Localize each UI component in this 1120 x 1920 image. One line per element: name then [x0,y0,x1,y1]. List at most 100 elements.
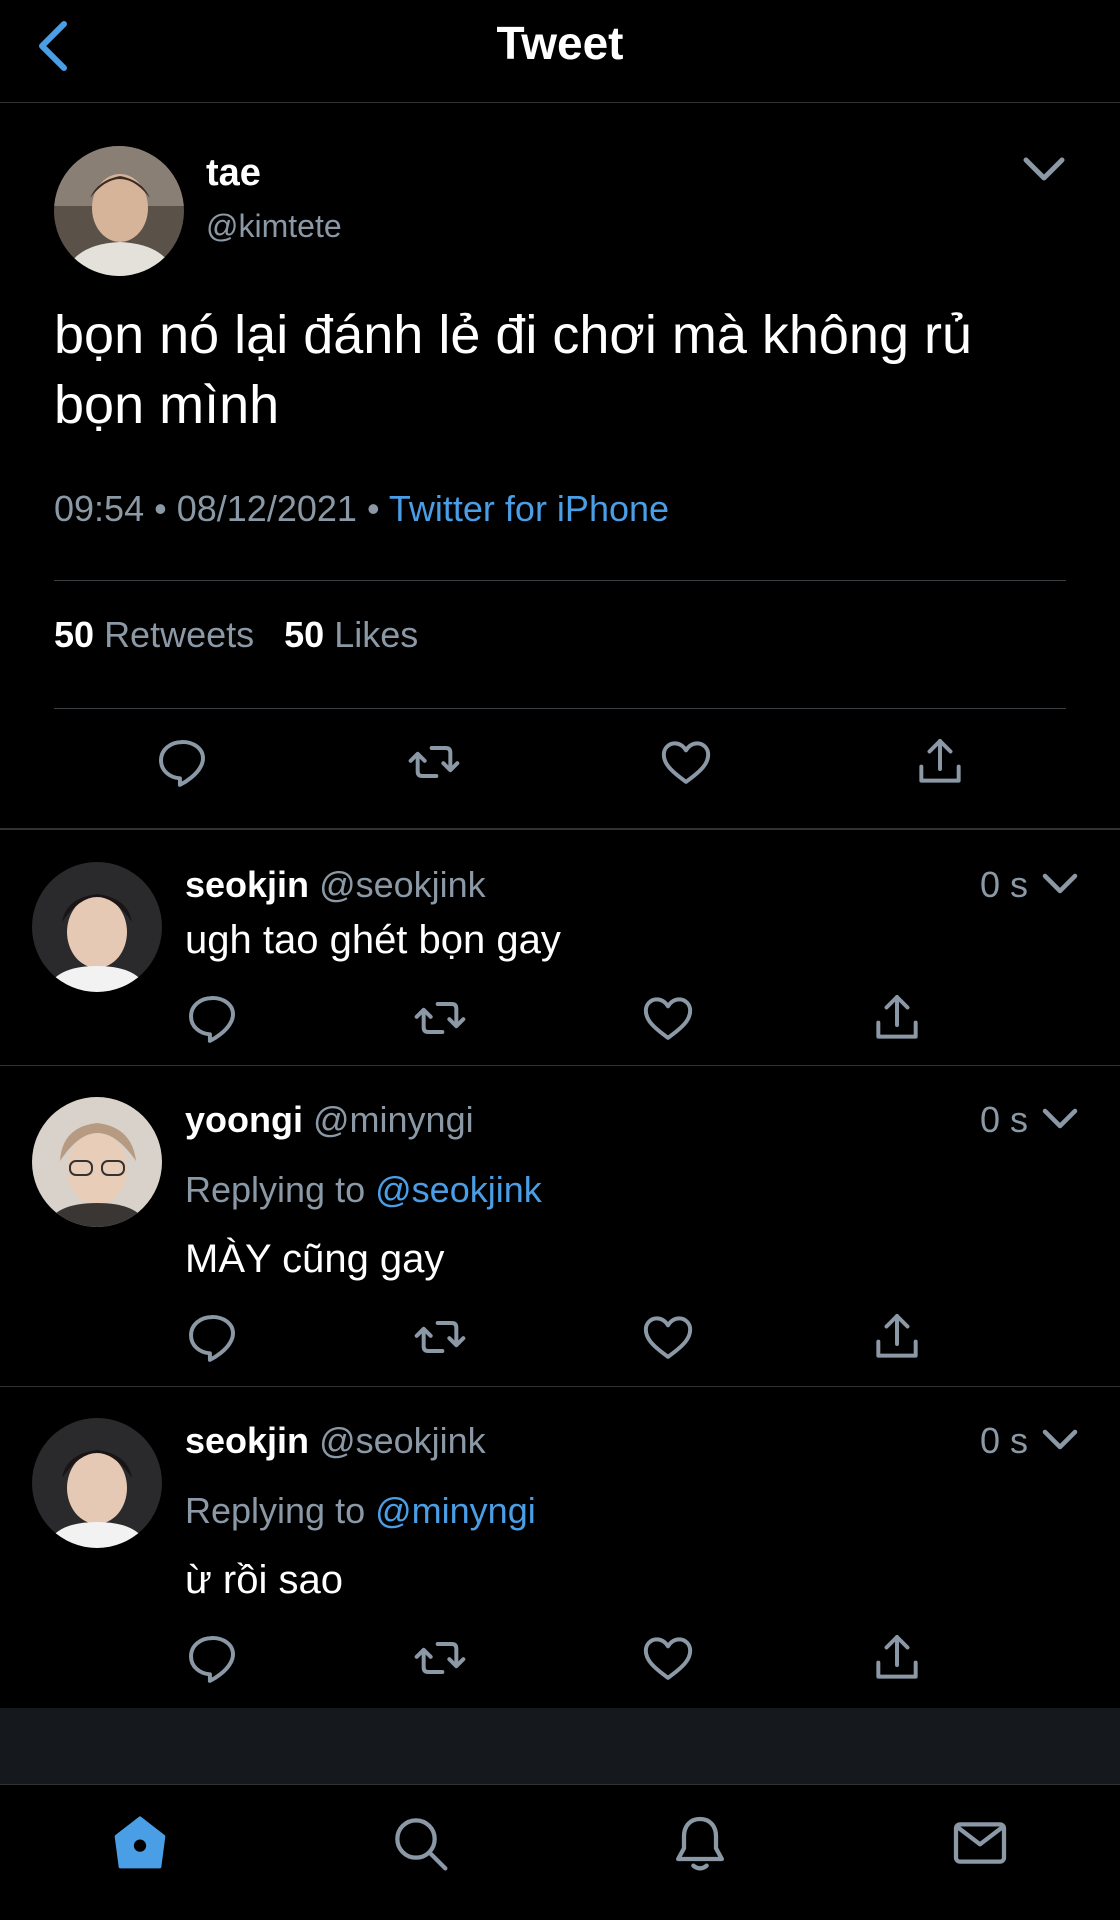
like-button[interactable] [640,990,696,1046]
reply-icon [159,739,205,787]
tweet-date: 08/12/2021 [176,488,357,529]
retweet-icon [414,1642,466,1674]
replying-to-link[interactable]: @seokjink [375,1169,542,1210]
author-handle[interactable]: @seokjink [319,1420,486,1461]
tweet-options-button[interactable] [1040,1103,1080,1137]
reply-header: seokjin @seokjink [185,864,486,906]
share-icon [876,1635,918,1679]
reply-icon [189,1314,235,1362]
bottom-tab-bar [0,1784,1120,1920]
heart-icon [643,1637,693,1680]
replying-prefix: Replying to [185,1169,366,1210]
mail-icon [953,1822,1007,1864]
reply-button[interactable] [184,1630,240,1686]
tweet-text: bọn nó lại đánh lẻ đi chơi mà không rủ b… [54,305,972,435]
tweet-time: 0 s [980,864,1029,905]
meta-separator: • [154,488,167,529]
retweet-icon [414,1321,466,1353]
tab-notifications[interactable] [668,1811,732,1875]
avatar[interactable] [32,862,162,992]
author-name[interactable]: seokjin [185,864,309,905]
share-icon [876,1314,918,1358]
retweet-icon [408,746,460,778]
retweet-button[interactable] [412,990,468,1046]
tweet-time: 0 s [980,1420,1029,1461]
tab-messages[interactable] [948,1811,1012,1875]
retweets-count: 50 [54,614,95,655]
meta-separator: • [366,488,380,529]
share-button[interactable] [869,1630,925,1686]
tweet-time: 0 s [980,1099,1029,1140]
tweet-text: MÀY cũng gay [185,1237,445,1281]
reply-button[interactable] [154,734,210,790]
reply-header: yoongi @minyngi [185,1099,474,1141]
like-button[interactable] [640,1630,696,1686]
reply-button[interactable] [184,990,240,1046]
main-tweet-actions [0,734,1120,794]
heart-icon [643,997,693,1040]
avatar[interactable] [32,1097,162,1227]
tweet-text: ugh tao ghét bọn gay [185,918,561,962]
replying-to-line: Replying to @minyngi [185,1490,536,1532]
author-handle[interactable]: @minyngi [313,1099,474,1140]
tweet-options-button[interactable] [1040,1424,1080,1458]
share-button[interactable] [869,1309,925,1365]
tweet-options-button[interactable] [1040,868,1080,902]
author-handle[interactable]: @seokjink [319,864,486,905]
reply-tweet[interactable]: yoongi @minyngi 0 s Replying to @seokjin… [0,1067,1120,1387]
chevron-down-icon [1042,1429,1078,1450]
tweet-time: 09:54 [54,488,145,529]
reply-icon [189,1635,235,1683]
author-name[interactable]: seokjin [185,1420,309,1461]
reply-header: seokjin @seokjink [185,1420,486,1462]
author-name[interactable]: tae [206,152,261,195]
avatar[interactable] [54,146,184,276]
divider [54,580,1066,581]
chevron-down-icon [1042,873,1078,894]
share-button[interactable] [912,734,968,790]
tweet-meta: 09:54 • 08/12/2021 • Twitter for iPhone [54,488,669,530]
chevron-down-icon [1042,1108,1078,1129]
likes-label: Likes [334,614,419,655]
main-tweet: tae @kimtete bọn nó lại đánh lẻ đi chơi … [0,104,1120,830]
retweets-label: Retweets [104,614,255,655]
likes-stat[interactable]: 50 Likes [284,614,418,655]
search-icon [395,1818,448,1871]
reply-composer-area[interactable] [0,1708,1120,1784]
like-button[interactable] [640,1309,696,1365]
retweets-stat[interactable]: 50 Retweets [54,614,254,655]
tweet-source-link[interactable]: Twitter for iPhone [389,488,669,529]
retweet-icon [414,1002,466,1034]
replying-to-link[interactable]: @minyngi [375,1490,536,1531]
retweet-button[interactable] [406,734,462,790]
reply-icon [189,995,235,1043]
heart-icon [643,1316,693,1359]
avatar[interactable] [32,1418,162,1548]
bell-icon [676,1816,724,1871]
likes-count: 50 [284,614,325,655]
replying-prefix: Replying to [185,1490,366,1531]
tweet-options-button[interactable] [1020,150,1068,190]
tweet-text: ừ rồi sao [185,1558,343,1602]
retweet-button[interactable] [412,1309,468,1365]
divider [54,708,1066,709]
tab-home[interactable] [108,1811,172,1875]
replying-to-line: Replying to @seokjink [185,1169,542,1211]
share-icon [919,739,961,783]
top-nav-bar: Tweet [0,0,1120,103]
heart-icon [661,741,711,784]
reply-button[interactable] [184,1309,240,1365]
retweet-button[interactable] [412,1630,468,1686]
reply-tweet[interactable]: seokjin @seokjink 0 s Replying to @minyn… [0,1388,1120,1708]
author-handle[interactable]: @kimtete [206,208,342,245]
like-button[interactable] [658,734,714,790]
share-icon [876,995,918,1039]
home-icon [114,1816,166,1869]
tab-search[interactable] [388,1811,452,1875]
tweet-stats: 50 Retweets 50 Likes [54,614,418,656]
author-name[interactable]: yoongi [185,1099,303,1140]
chevron-down-icon [1023,157,1065,181]
share-button[interactable] [869,990,925,1046]
page-title: Tweet [496,17,624,69]
reply-tweet[interactable]: seokjin @seokjink 0 s ugh tao ghét bọn g… [0,832,1120,1066]
